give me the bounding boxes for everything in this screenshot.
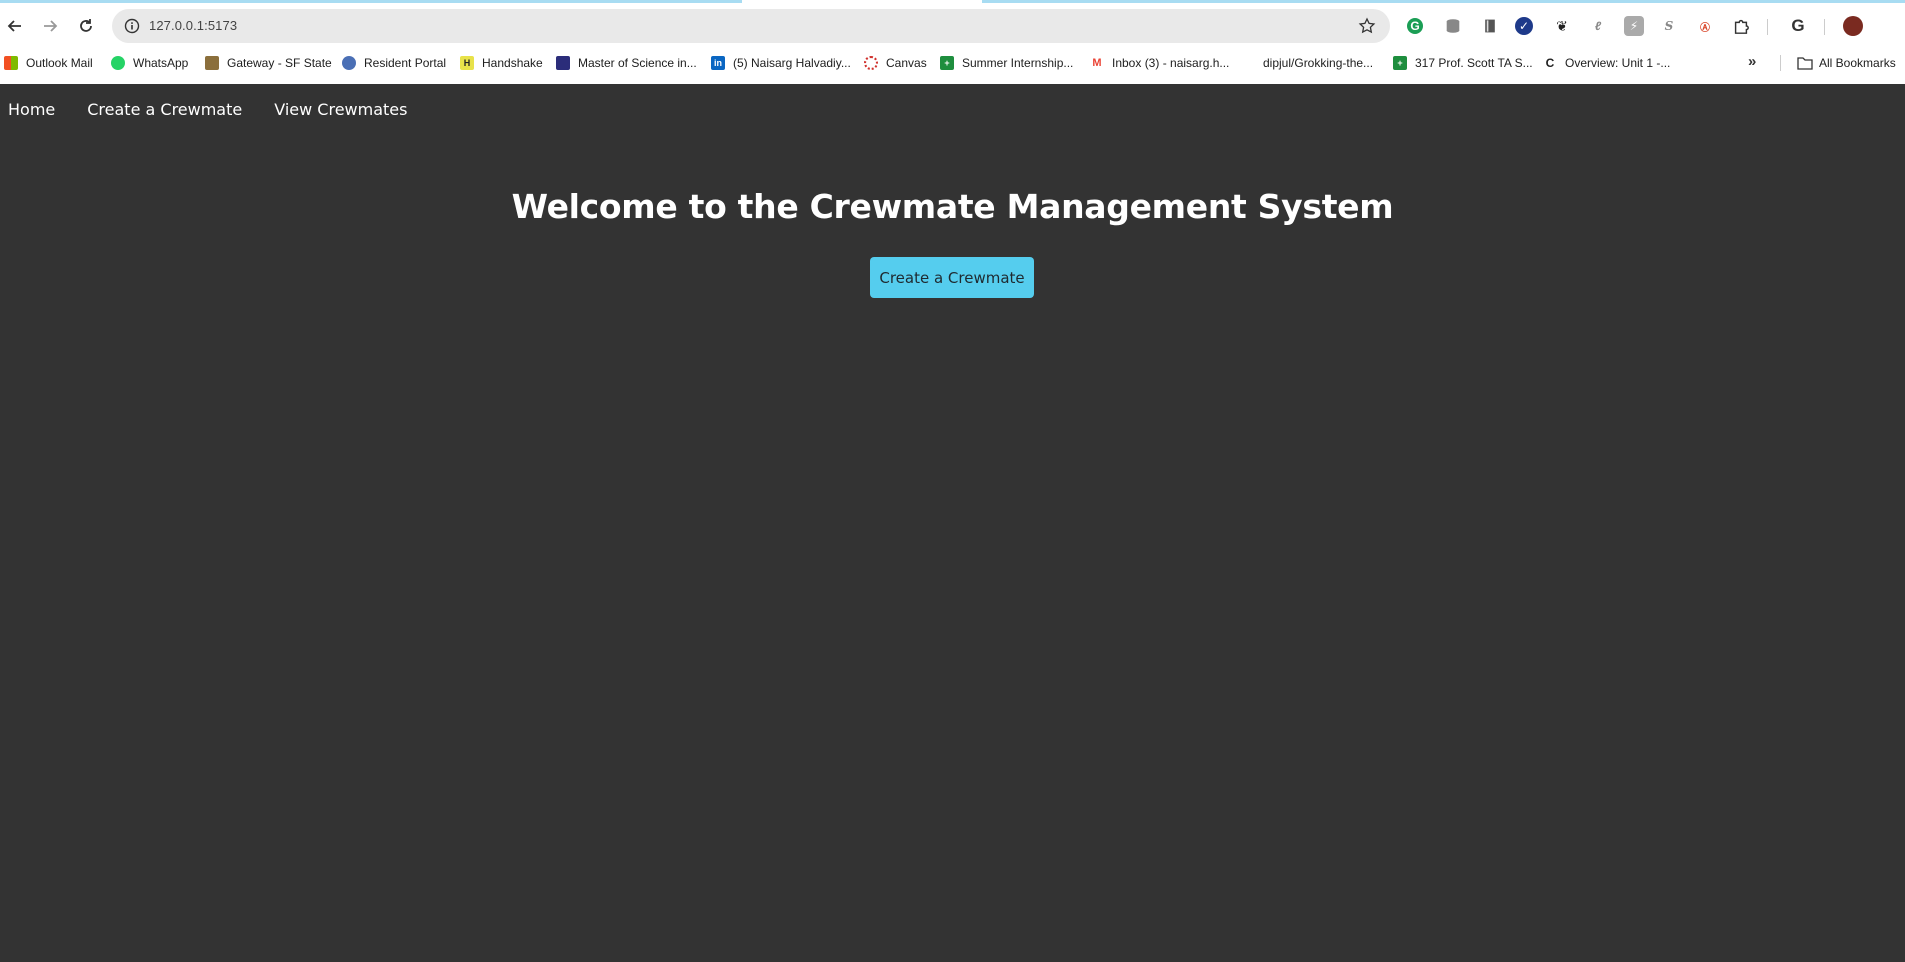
bookmark-item[interactable]: Master of Science in...: [556, 53, 697, 73]
bookmark-item[interactable]: WhatsApp: [111, 53, 188, 73]
acrobat-icon[interactable]: Ⓐ: [1695, 16, 1715, 36]
check-icon[interactable]: ✓: [1515, 17, 1533, 35]
bookmarks-bar: Outlook Mail WhatsApp Gateway - SF State…: [0, 51, 1905, 75]
tab-strip-accent: [982, 0, 1905, 3]
grammarly-icon[interactable]: G: [1407, 18, 1423, 34]
info-icon[interactable]: [124, 18, 140, 34]
forward-button[interactable]: [35, 11, 65, 41]
browser-chrome: 127.0.0.1:5173 G ✓ ❦ ℓ ⚡ S Ⓐ G Outlook M…: [0, 0, 1905, 84]
bookmark-item[interactable]: H Handshake: [460, 53, 543, 73]
whatsapp-icon: [111, 56, 125, 70]
canvas-icon: [864, 56, 878, 70]
create-crewmate-button[interactable]: Create a Crewmate: [870, 257, 1034, 298]
star-icon[interactable]: [1358, 17, 1376, 35]
app-page: Home Create a Crewmate View Crewmates We…: [0, 84, 1905, 962]
bookmark-item[interactable]: Resident Portal: [342, 53, 446, 73]
bookmark-item[interactable]: Canvas: [864, 53, 927, 73]
sheets-icon: +: [1393, 56, 1407, 70]
s-icon[interactable]: S: [1659, 16, 1679, 36]
ms-icon: [4, 56, 18, 70]
sfstate-icon: [205, 56, 219, 70]
nav-view-link[interactable]: View Crewmates: [274, 100, 407, 119]
portal-icon: [342, 56, 356, 70]
chevron-double-right-icon[interactable]: »: [1748, 53, 1756, 70]
codepath-icon: C: [1545, 56, 1555, 70]
browser-toolbar: 127.0.0.1:5173 G ✓ ❦ ℓ ⚡ S Ⓐ G: [0, 7, 1905, 45]
reload-button[interactable]: [71, 11, 101, 41]
gnome-icon[interactable]: ❦: [1552, 16, 1572, 36]
nav-create-link[interactable]: Create a Crewmate: [87, 100, 242, 119]
bookmark-item[interactable]: C Overview: Unit 1 -...: [1543, 53, 1671, 73]
database-icon[interactable]: [1443, 16, 1463, 36]
gmail-icon: M: [1090, 56, 1104, 70]
handshake-icon: H: [460, 56, 474, 70]
toolbar-divider: [1824, 19, 1825, 35]
address-bar[interactable]: 127.0.0.1:5173: [112, 9, 1390, 43]
pen-icon[interactable]: ℓ: [1588, 16, 1608, 36]
linkedin-icon: in: [711, 56, 725, 70]
tab-strip-accent: [0, 0, 742, 3]
arrow-right-icon: [44, 20, 58, 32]
bookmarks-divider: [1780, 55, 1781, 71]
reload-icon: [80, 19, 92, 32]
nav-home-link[interactable]: Home: [8, 100, 55, 119]
sheets-icon: +: [940, 56, 954, 70]
university-icon: [556, 56, 570, 70]
puzzle-icon[interactable]: [1731, 16, 1751, 36]
app-nav: Home Create a Crewmate View Crewmates: [8, 100, 439, 119]
bookmark-item[interactable]: + Summer Internship...: [940, 53, 1073, 73]
book-icon[interactable]: [1480, 16, 1500, 36]
toolbar-divider: [1767, 19, 1768, 35]
bookmark-item[interactable]: Outlook Mail: [4, 53, 93, 73]
bookmark-item[interactable]: + 317 Prof. Scott TA S...: [1393, 53, 1533, 73]
arrow-left-icon: [7, 20, 21, 32]
avatar[interactable]: [1843, 16, 1863, 36]
bookmark-item[interactable]: Gateway - SF State: [205, 53, 332, 73]
zap-icon[interactable]: ⚡: [1624, 16, 1644, 36]
address-url[interactable]: 127.0.0.1:5173: [149, 18, 237, 33]
bookmark-item[interactable]: in (5) Naisarg Halvadiy...: [711, 53, 851, 73]
folder-icon: [1797, 57, 1813, 70]
back-button[interactable]: [0, 11, 30, 41]
page-title: Welcome to the Crewmate Management Syste…: [511, 187, 1394, 226]
all-bookmarks-button[interactable]: All Bookmarks: [1797, 53, 1896, 73]
bookmark-item[interactable]: dipjul/Grokking-the...: [1263, 53, 1373, 73]
google-icon[interactable]: G: [1788, 16, 1808, 36]
bookmark-item[interactable]: M Inbox (3) - naisarg.h...: [1090, 53, 1229, 73]
